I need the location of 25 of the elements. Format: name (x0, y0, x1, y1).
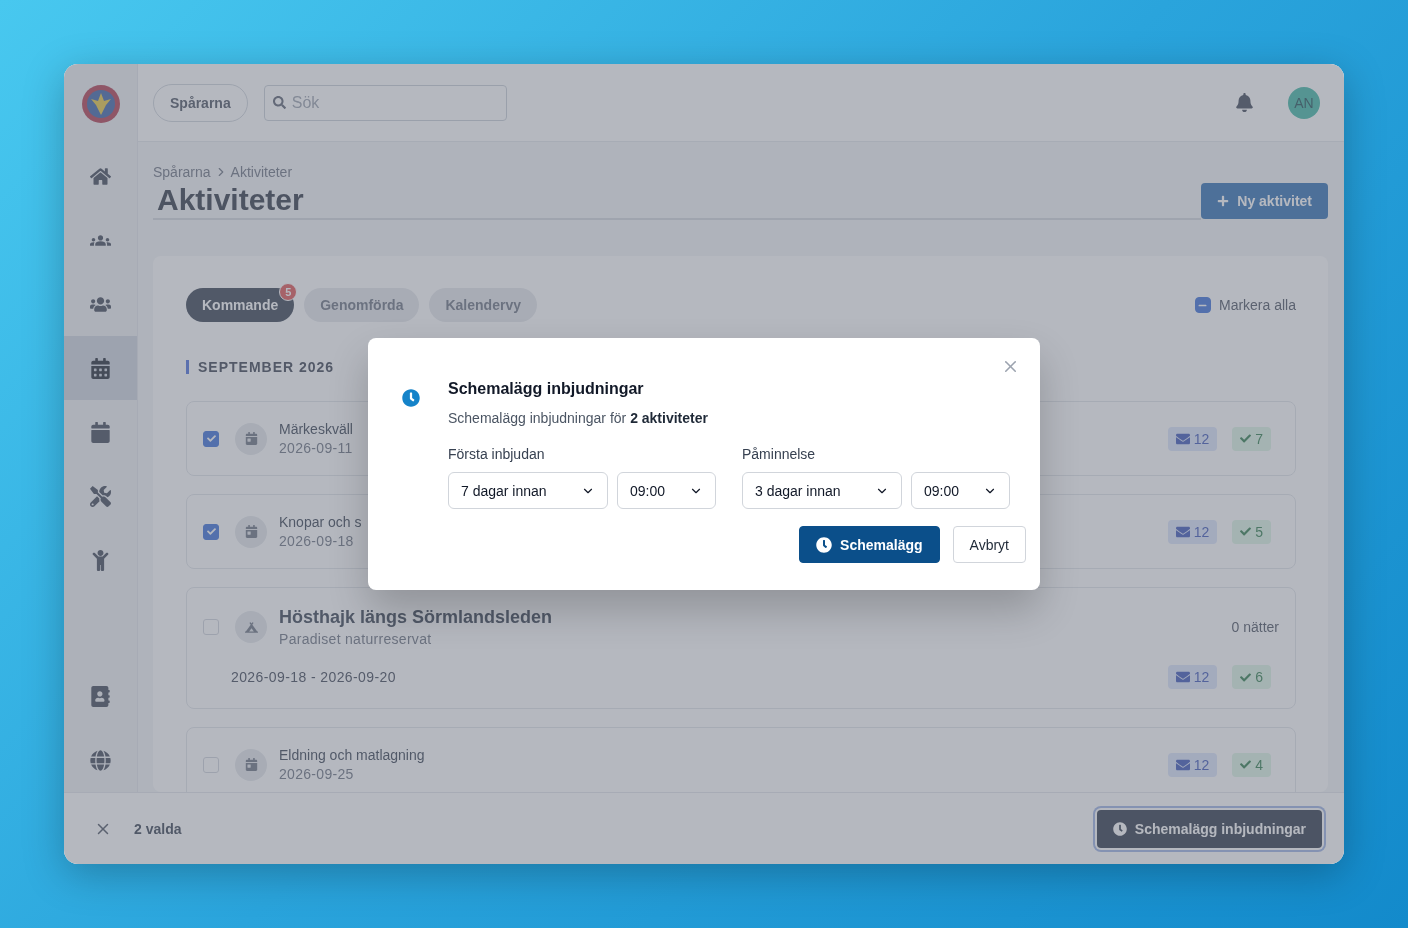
accepted-count: 5 (1255, 523, 1263, 540)
invited-count: 12 (1193, 523, 1210, 540)
accepted-count: 7 (1255, 430, 1263, 447)
dialog-text: Schemalägg inbjudningar för 2 aktiviteter (448, 410, 709, 426)
nights-text: 0 nätter (1231, 619, 1279, 635)
invited-count: 12 (1193, 669, 1210, 685)
activity-title: Märkeskväll (279, 421, 353, 437)
invited-count: 12 (1193, 430, 1210, 447)
page-title: Aktiviteter (157, 182, 305, 218)
selected-count: 2 valda (134, 820, 182, 837)
activity-date: 2026-09-25 (279, 766, 355, 782)
field-label: Första inbjudan (448, 446, 546, 462)
field-label: Påminnelse (742, 446, 817, 462)
accepted-count: 6 (1255, 669, 1263, 685)
dialog-title: Schemalägg inbjudningar (448, 380, 645, 398)
count-badge: 5 (279, 283, 298, 301)
accepted-count: 4 (1255, 756, 1263, 773)
activity-title: Knopar och s (279, 514, 362, 530)
activity-dates: 2026-09-18 - 2026-09-20 (231, 669, 396, 685)
invited-count: 12 (1193, 756, 1210, 773)
activity-date: 2026-09-18 (279, 533, 355, 549)
activity-title: Hösthajk längs Sörmlandsleden (279, 607, 553, 628)
activity-place: Paradiset naturreservat (279, 631, 433, 647)
activity-date: 2026-09-11 (279, 440, 353, 456)
activity-title: Eldning och matlagning (279, 747, 425, 763)
